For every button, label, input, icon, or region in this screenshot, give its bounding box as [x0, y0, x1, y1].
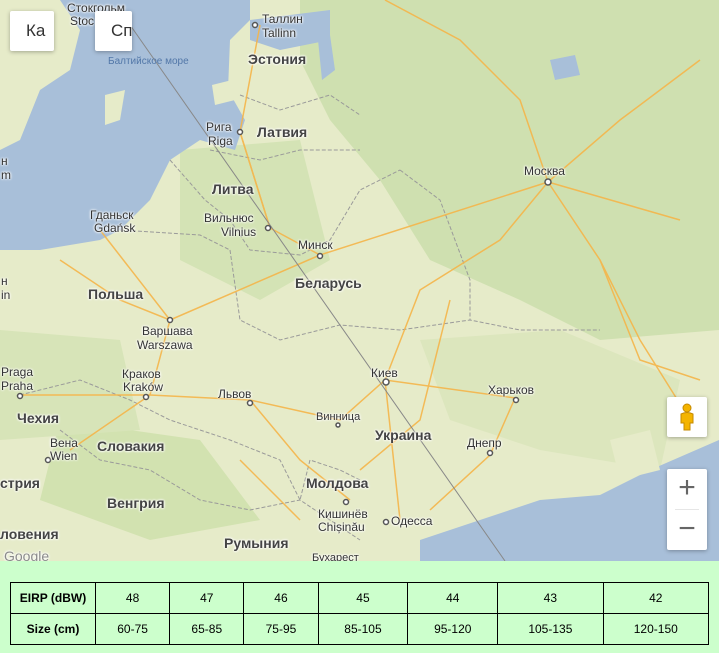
eirp-cell: 42: [602, 582, 710, 614]
map-label-tallinn: Таллин: [262, 12, 303, 26]
map-label-edge-2: m: [1, 168, 11, 182]
map-label-belarus: Беларусь: [295, 275, 362, 291]
map-label-gdansk-latin: Gdańsk: [94, 221, 136, 235]
map-label-vinnitsa: Винница: [316, 411, 361, 423]
size-cell: 95-120: [407, 613, 499, 645]
maptype-map-button[interactable]: Ка: [10, 11, 54, 51]
map-view[interactable]: Стокгольм Stoc Балтийское море Таллин Ta…: [0, 0, 719, 561]
map-label-riga: Рига: [206, 120, 232, 134]
table-row-eirp: EIRP (dBW) 48 47 46 45 44 43 42: [10, 582, 710, 614]
map-label-slovakia: Словакия: [97, 438, 165, 454]
eirp-cell: 45: [317, 582, 409, 614]
row-header-eirp: EIRP (dBW): [10, 582, 96, 614]
eirp-cell: 43: [497, 582, 604, 614]
map-label-odessa: Одесса: [391, 514, 433, 528]
street-view-button[interactable]: [667, 397, 707, 437]
map-label-baltic-sea: Балтийское море: [108, 56, 189, 67]
zoom-control: + −: [667, 469, 707, 550]
pegman-icon: [680, 403, 694, 431]
map-label-romania: Румыния: [224, 535, 289, 551]
google-attribution: Google: [4, 548, 50, 561]
map-label-krakow-latin: Kraków: [123, 380, 164, 394]
row-header-size: Size (cm): [10, 613, 96, 645]
map-label-poland: Польша: [88, 286, 144, 302]
eirp-size-table: EIRP (dBW) 48 47 46 45 44 43 42 Size (cm…: [10, 582, 710, 645]
zoom-in-button[interactable]: +: [667, 469, 707, 509]
map-label-lithuania: Литва: [212, 181, 254, 197]
zoom-out-button[interactable]: −: [667, 510, 707, 550]
size-cell: 85-105: [317, 613, 409, 645]
map-label-czech: Чехия: [17, 410, 59, 426]
eirp-cell: 47: [169, 582, 245, 614]
map-label-chisinau-latin: Chișinău: [318, 520, 365, 534]
size-cell: 65-85: [169, 613, 245, 645]
map-label-tallinn-latin: Tallinn: [262, 26, 297, 40]
map-label-hungary: Венгрия: [107, 495, 165, 511]
map-label-stockholm-latin: Stoc: [70, 14, 95, 28]
map-label-gdansk: Гданьск: [90, 208, 134, 222]
eirp-cell: 46: [243, 582, 319, 614]
map-label-edge-3: н: [1, 274, 8, 288]
map-label-lviv: Львов: [218, 387, 252, 401]
size-cell: 120-150: [602, 613, 710, 645]
map-label-vienna: Вена: [50, 436, 78, 450]
size-cell: 105-135: [497, 613, 604, 645]
map-label-estonia: Эстония: [248, 51, 307, 67]
table-row-size: Size (cm) 60-75 65-85 75-95 85-105 95-12…: [10, 613, 710, 645]
map-label-moldova: Молдова: [306, 475, 369, 491]
size-cell: 60-75: [94, 613, 171, 645]
map-label-vilnius: Вильнюс: [204, 211, 254, 225]
map-label-ukraine: Украина: [375, 427, 432, 443]
map-label-minsk: Минск: [298, 238, 333, 252]
map-label-prague-latin: Praha: [1, 379, 34, 393]
map-label-dnepr: Днепр: [467, 436, 502, 450]
map-label-bucharest: Бухарест: [312, 552, 359, 561]
map-label-krakow: Краков: [122, 367, 161, 381]
map-label-edge-1: н: [1, 154, 8, 168]
map-label-vienna-latin: Wien: [50, 449, 78, 463]
map-label-kharkov: Харьков: [488, 383, 535, 397]
map-label-slovenia: ловения: [0, 526, 59, 542]
maptype-satellite-button[interactable]: Сп: [95, 11, 132, 51]
eirp-cell: 44: [407, 582, 499, 614]
map-label-edge-4: in: [1, 288, 11, 302]
map-label-vilnius-latin: Vilnius: [221, 225, 257, 239]
map-label-chisinau: Кишинёв: [318, 507, 368, 521]
eirp-cell: 48: [94, 582, 171, 614]
map-label-prague: Praga: [1, 365, 34, 379]
map-label-riga-latin: Riga: [208, 134, 233, 148]
map-label-moscow: Москва: [524, 164, 565, 178]
map-label-kiev: Киев: [371, 366, 398, 380]
map-label-warsaw: Варшава: [142, 324, 193, 338]
size-cell: 75-95: [243, 613, 319, 645]
map-label-austria: стрия: [0, 475, 40, 491]
map-label-latvia: Латвия: [257, 124, 308, 140]
map-label-warsaw-latin: Warszawa: [137, 338, 193, 352]
